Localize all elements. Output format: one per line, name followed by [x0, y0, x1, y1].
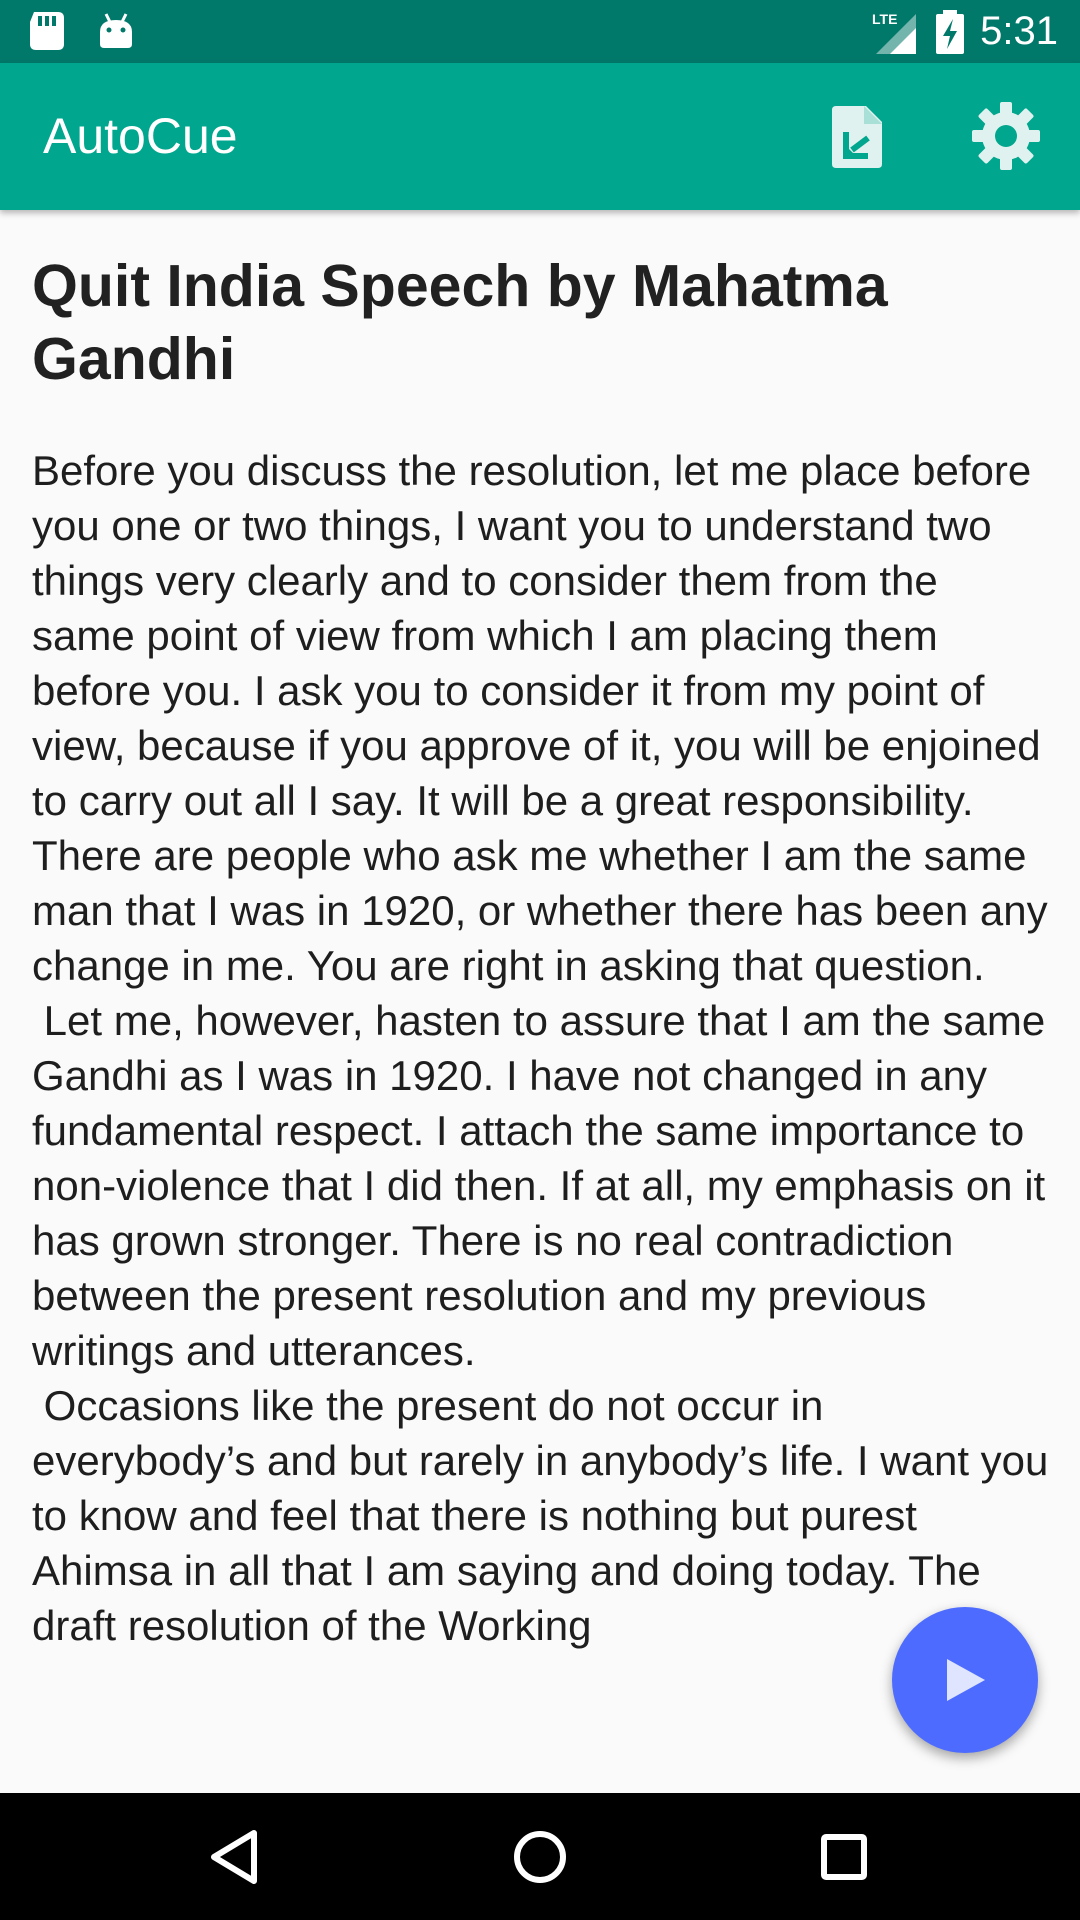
status-time: 5:31 [980, 9, 1058, 53]
home-button[interactable] [506, 1823, 574, 1891]
svg-text:LTE: LTE [872, 11, 897, 27]
import-file-button[interactable] [822, 100, 894, 172]
home-icon [514, 1831, 566, 1883]
android-icon [100, 13, 132, 48]
app-title: AutoCue [43, 108, 238, 164]
back-button[interactable] [202, 1823, 270, 1891]
app-bar: AutoCue [0, 63, 1080, 210]
battery-charging-icon [936, 9, 965, 54]
speech-body: Before you discuss the resolution, let m… [32, 447, 1049, 1649]
recents-icon [821, 1834, 867, 1880]
file-import-icon [832, 106, 882, 168]
status-bar: LTE 5:31 [0, 0, 1080, 63]
back-icon [211, 1830, 257, 1884]
gear-icon [972, 102, 1040, 170]
speech-scroll-view[interactable]: Quit India Speech by Mahatma Gandhi Befo… [0, 210, 1080, 1793]
sd-card-icon [30, 12, 64, 50]
settings-button[interactable] [970, 100, 1042, 172]
play-button[interactable] [892, 1607, 1038, 1753]
lte-signal-icon: LTE [872, 11, 917, 54]
recents-button[interactable] [810, 1823, 878, 1891]
navigation-bar [0, 1793, 1080, 1920]
speech-title: Quit India Speech by Mahatma Gandhi [32, 253, 888, 392]
play-icon [947, 1659, 985, 1701]
